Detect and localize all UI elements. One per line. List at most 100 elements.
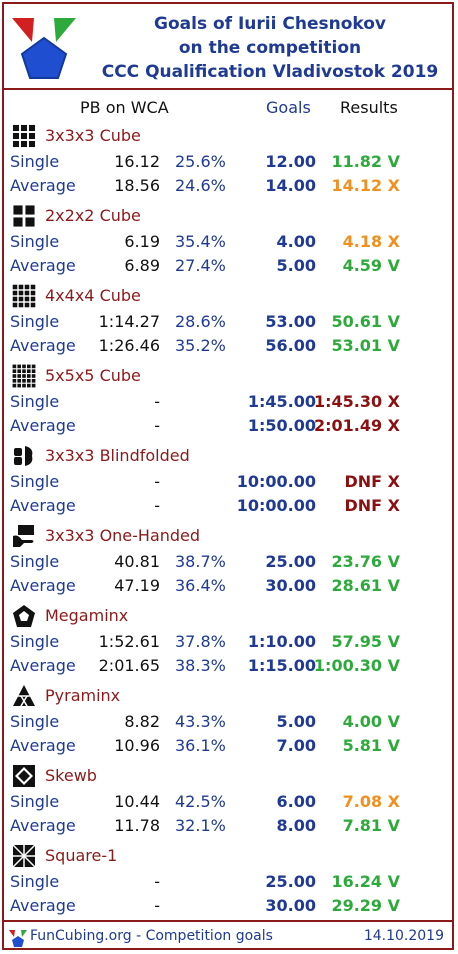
pb-value: 40.81 [114, 552, 160, 571]
goal-value: 5.00 [276, 256, 316, 275]
footer-date: 14.10.2019 [363, 928, 444, 944]
cube4-icon [12, 284, 36, 308]
result-row: Single 40.81 38.7% 25.00 23.76 V [0, 550, 458, 574]
result-row: Average 18.56 24.6% 14.00 14.12 X [0, 174, 458, 198]
result-value: 4.59 V [342, 256, 400, 275]
funcubing-logo-icon [12, 18, 76, 79]
goal-value: 30.00 [265, 576, 316, 595]
pb-value: 11.78 [114, 816, 160, 835]
result-row: Average 10.96 36.1% 7.00 5.81 V [0, 734, 458, 758]
pb-value: 1:14.27 [98, 312, 160, 331]
goal-value: 30.00 [265, 896, 316, 915]
result-value: 7.08 X [342, 792, 400, 811]
pb-value: - [154, 896, 160, 915]
event-header: 3x3x3 Blindfolded [8, 442, 448, 470]
goal-value: 5.00 [276, 712, 316, 731]
goal-value: 8.00 [276, 816, 316, 835]
row-label: Average [10, 256, 76, 275]
pb-percent: 43.3% [175, 712, 226, 731]
pb-value: 6.89 [124, 256, 160, 275]
result-row: Single 16.12 25.6% 12.00 11.82 V [0, 150, 458, 174]
event-name: 2x2x2 Cube [45, 206, 141, 225]
row-label: Average [10, 736, 76, 755]
result-row: Average - 10:00.00 DNF X [0, 494, 458, 518]
pb-percent: 36.4% [175, 576, 226, 595]
result-row: Single 8.82 43.3% 5.00 4.00 V [0, 710, 458, 734]
event-name: 3x3x3 One-Handed [45, 526, 201, 545]
goal-value: 1:50.00 [247, 416, 316, 435]
result-value: DNF X [344, 496, 400, 515]
goal-value: 1:15.00 [247, 656, 316, 675]
result-row: Average 2:01.65 38.3% 1:15.00 1:00.30 V [0, 654, 458, 678]
goal-value: 7.00 [276, 736, 316, 755]
result-value: 53.01 V [331, 336, 400, 355]
pb-percent: 32.1% [175, 816, 226, 835]
goal-value: 6.00 [276, 792, 316, 811]
result-row: Average - 30.00 29.29 V [0, 894, 458, 918]
event-name: Square-1 [45, 846, 118, 865]
pb-value: 1:26.46 [98, 336, 160, 355]
row-label: Single [10, 872, 60, 891]
event-name: 3x3x3 Cube [45, 126, 141, 145]
pb-value: - [154, 872, 160, 891]
title-line-2: on the competition [178, 38, 362, 58]
result-value: 2:01.49 X [313, 416, 400, 435]
result-row: Single 6.19 35.4% 4.00 4.18 X [0, 230, 458, 254]
footer-link[interactable]: FunCubing.org - Competition goals [30, 928, 273, 944]
row-label: Average [10, 496, 76, 515]
row-label: Single [10, 552, 60, 571]
result-value: 7.81 V [342, 816, 400, 835]
pb-percent: 38.3% [175, 656, 226, 675]
goal-value: 25.00 [265, 552, 316, 571]
goal-value: 1:45.00 [247, 392, 316, 411]
pb-percent: 25.6% [175, 152, 226, 171]
column-pb: PB on WCA [80, 98, 169, 117]
funcubing-small-logo-icon [9, 930, 27, 947]
row-label: Average [10, 896, 76, 915]
event-name: Pyraminx [45, 686, 121, 705]
pb-percent: 36.1% [175, 736, 226, 755]
event-header: Pyraminx [8, 682, 448, 710]
column-results: Results [340, 98, 398, 117]
result-value: 1:00.30 V [313, 656, 400, 675]
event-header: 2x2x2 Cube [8, 202, 448, 230]
one-handed-icon [13, 525, 34, 547]
pb-percent: 27.4% [175, 256, 226, 275]
event-name: 4x4x4 Cube [45, 286, 141, 305]
goal-value: 53.00 [265, 312, 316, 331]
event-header: 4x4x4 Cube [8, 282, 448, 310]
row-label: Average [10, 416, 76, 435]
goal-value: 56.00 [265, 336, 316, 355]
pb-value: 16.12 [114, 152, 160, 171]
header-divider [4, 88, 454, 90]
header: Goals of Iurii Chesnokov on the competit… [0, 0, 458, 88]
pb-value: - [154, 496, 160, 515]
square1-icon [12, 844, 36, 868]
pb-value: 18.56 [114, 176, 160, 195]
pb-value: 2:01.65 [98, 656, 160, 675]
result-value: 28.61 V [331, 576, 400, 595]
pb-percent: 37.8% [175, 632, 226, 651]
row-label: Single [10, 632, 60, 651]
footer-divider [4, 920, 454, 922]
cube2-icon [13, 205, 35, 227]
result-value: 14.12 X [331, 176, 400, 195]
pb-value: - [154, 472, 160, 491]
row-label: Average [10, 656, 76, 675]
event-header: Skewb [8, 762, 448, 790]
page-title: Goals of Iurii Chesnokov on the competit… [90, 12, 450, 84]
result-value: 50.61 V [331, 312, 400, 331]
event-header: 3x3x3 One-Handed [8, 522, 448, 550]
pb-value: 10.96 [114, 736, 160, 755]
row-label: Single [10, 392, 60, 411]
goal-value: 14.00 [265, 176, 316, 195]
result-row: Average 47.19 36.4% 30.00 28.61 V [0, 574, 458, 598]
pb-value: - [154, 416, 160, 435]
row-label: Average [10, 816, 76, 835]
title-line-1: Goals of Iurii Chesnokov [154, 14, 386, 34]
pb-percent: 42.5% [175, 792, 226, 811]
event-header: 3x3x3 Cube [8, 122, 448, 150]
result-value: DNF X [344, 472, 400, 491]
row-label: Single [10, 232, 60, 251]
pb-percent: 38.7% [175, 552, 226, 571]
